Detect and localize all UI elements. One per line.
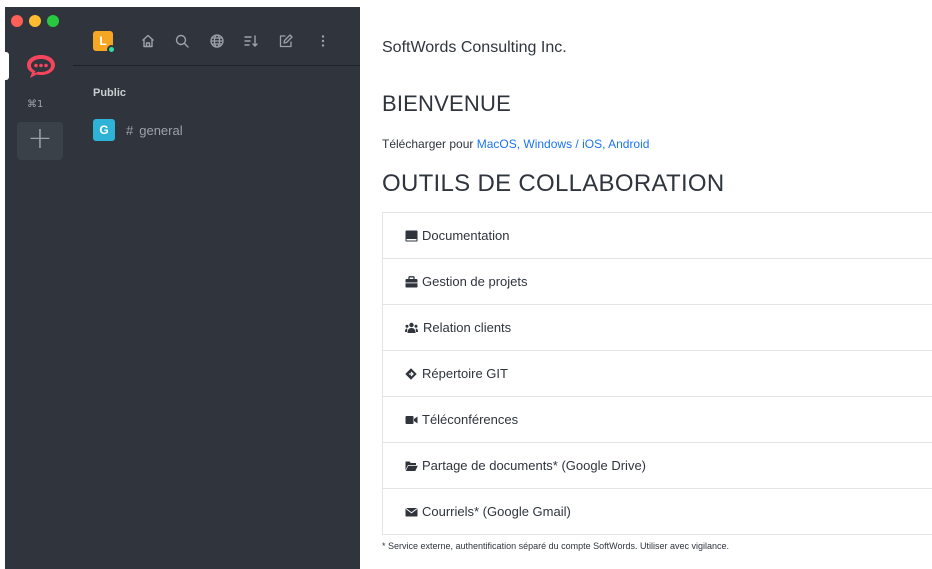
add-server-button[interactable]: + [17, 122, 63, 160]
channel-hash-icon: # [126, 122, 134, 138]
tool-item-project-management[interactable]: Gestion de projets [382, 259, 932, 305]
tool-label: Gestion de projets [422, 274, 528, 289]
server-logo-icon[interactable] [24, 51, 58, 83]
online-status-dot [107, 45, 116, 54]
tool-item-document-sharing[interactable]: Partage de documents* (Google Drive) [382, 443, 932, 489]
user-avatar-initial: L [99, 34, 107, 48]
download-line: Télécharger pour MacOS, Windows / iOS, A… [382, 137, 649, 151]
tool-item-email[interactable]: Courriels* (Google Gmail) [382, 489, 932, 535]
directory-icon[interactable] [209, 33, 225, 49]
organization-title: SoftWords Consulting Inc. [382, 39, 567, 56]
video-camera-icon [405, 415, 418, 424]
tool-label: Téléconférences [422, 412, 519, 427]
active-server-indicator [5, 52, 9, 80]
tool-item-documentation[interactable]: Documentation [382, 213, 932, 259]
section-title-public: Public [93, 87, 127, 99]
tool-label: Courriels* (Google Gmail) [422, 504, 571, 519]
envelope-icon [405, 507, 418, 516]
download-links[interactable]: MacOS, Windows / iOS, Android [477, 137, 650, 151]
window-minimize-button[interactable] [29, 15, 41, 27]
tools-list: Documentation Gestion de projets Relatio… [382, 212, 932, 535]
user-avatar[interactable]: L [93, 31, 116, 54]
download-prefix: Télécharger pour [382, 137, 477, 151]
sidebar: L Public G # general [73, 7, 360, 569]
tools-heading: OUTILS DE COLLABORATION [382, 170, 725, 197]
server-rail: ⌘1 + [5, 7, 73, 569]
create-new-icon[interactable] [278, 33, 294, 49]
tool-item-video-conferences[interactable]: Téléconférences [382, 397, 932, 443]
kebab-menu-icon[interactable] [315, 33, 331, 49]
room-name: general [139, 122, 183, 138]
briefcase-icon [405, 275, 418, 287]
main-content: SoftWords Consulting Inc. BIENVENUE Télé… [360, 0, 932, 569]
users-icon [405, 322, 418, 333]
room-avatar: G [93, 119, 115, 141]
external-service-footnote: * Service externe, authentification sépa… [382, 541, 730, 551]
tool-item-git-repository[interactable]: Répertoire GIT [382, 351, 932, 397]
sort-icon[interactable] [243, 33, 259, 49]
tool-item-client-relations[interactable]: Relation clients [382, 305, 932, 351]
search-icon[interactable] [174, 33, 190, 49]
window-close-button[interactable] [11, 15, 23, 27]
tool-label: Répertoire GIT [422, 366, 508, 381]
book-icon [405, 230, 418, 241]
welcome-heading: BIENVENUE [382, 91, 511, 116]
tool-label: Partage de documents* (Google Drive) [422, 458, 647, 473]
server-shortcut: ⌘1 [27, 99, 44, 110]
tool-label: Documentation [422, 228, 510, 243]
home-icon[interactable] [140, 33, 156, 49]
git-icon [405, 367, 417, 380]
sidebar-header: L [73, 7, 360, 66]
window-controls [11, 15, 59, 27]
window-maximize-button[interactable] [47, 15, 59, 27]
tool-label: Relation clients [423, 320, 512, 335]
sidebar-item-general[interactable]: G # general [87, 115, 347, 145]
folder-open-icon [405, 461, 418, 471]
